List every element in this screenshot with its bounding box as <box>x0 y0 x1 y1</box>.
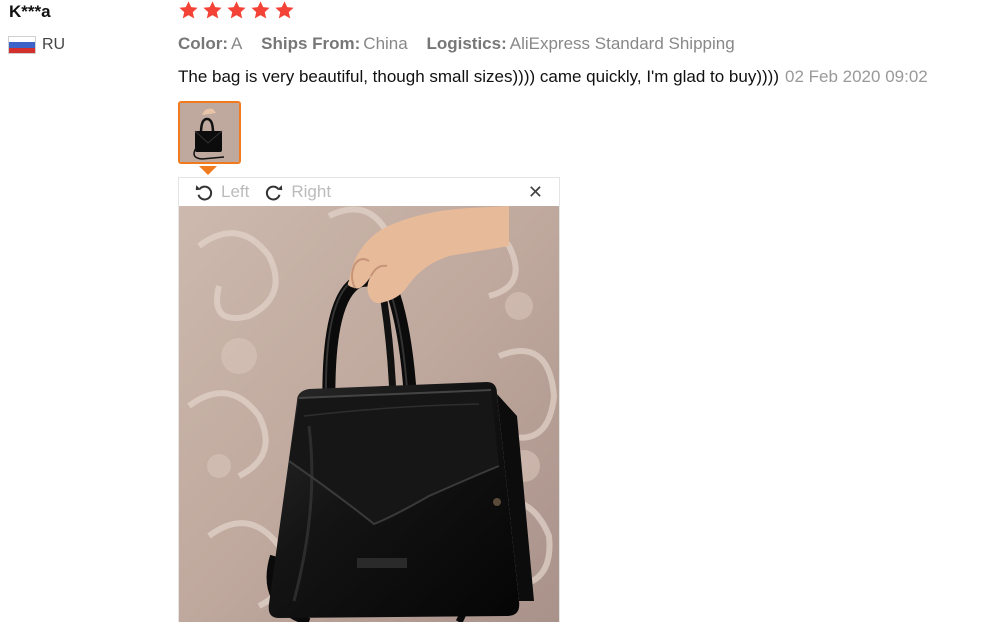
attr-logistics-value: AliExpress Standard Shipping <box>509 34 735 53</box>
attr-ships-from-value: China <box>363 34 408 53</box>
star-icon <box>227 1 246 19</box>
star-icon <box>275 1 294 19</box>
thumbnail-pointer <box>199 166 217 175</box>
rotate-right-button[interactable]: Right <box>263 181 331 203</box>
star-icon <box>251 1 270 19</box>
reviewer-country: RU <box>9 36 65 54</box>
star-icon <box>179 1 198 19</box>
review-text: The bag is very beautiful, though small … <box>178 67 779 86</box>
review-body: The bag is very beautiful, though small … <box>178 67 928 87</box>
rotate-left-label: Left <box>221 182 250 201</box>
rotate-left-button[interactable]: Left <box>193 181 249 203</box>
review-photo-thumbnail[interactable] <box>178 101 241 164</box>
attr-color-value: A <box>231 34 243 53</box>
review-attributes: Color: A Ships From: China Logistics: AliEx… <box>178 34 749 54</box>
photo-viewer: Left Right ✕ <box>178 177 560 622</box>
country-code: RU <box>42 36 66 53</box>
star-rating <box>178 0 295 21</box>
attr-ships-from-key: Ships From: <box>261 34 361 53</box>
rotate-right-label: Right <box>291 182 332 201</box>
bag-thumbnail-image <box>180 103 239 162</box>
russia-flag-icon <box>9 37 35 53</box>
photo-viewer-toolbar: Left Right ✕ <box>179 178 559 206</box>
reviewer-name: K***a <box>9 2 51 21</box>
star-icon <box>203 1 222 19</box>
review-photo <box>179 206 559 622</box>
attr-color-key: Color: <box>178 34 229 53</box>
rotate-left-icon <box>195 185 213 201</box>
rotate-right-icon <box>266 185 283 201</box>
close-icon[interactable]: ✕ <box>528 182 543 203</box>
review-date: 02 Feb 2020 09:02 <box>785 67 928 86</box>
attr-logistics-key: Logistics: <box>426 34 507 53</box>
